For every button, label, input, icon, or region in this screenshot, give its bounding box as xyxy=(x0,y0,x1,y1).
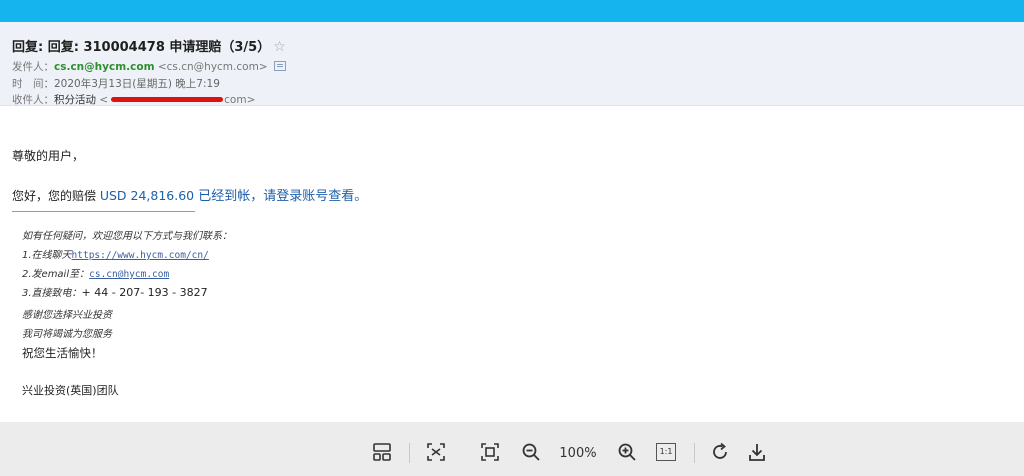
wish-line: 祝您生活愉快！ xyxy=(22,346,103,360)
actual-size-button[interactable]: 1:1 xyxy=(655,441,677,463)
contact-intro: 如有任何疑问，欢迎您用以下方式与我们联系： xyxy=(22,231,232,242)
from-label: 发件人： xyxy=(12,61,54,73)
notice-prefix: 您好，您的赔偿 xyxy=(12,189,100,203)
contact-line-chat: 1.在线聊天https://www.hycm.com/cn/ xyxy=(22,246,209,261)
signature-team: 兴业投资(英国)团队 xyxy=(22,384,119,397)
notice-suffix: 已经到帐，请登录账号查看。 xyxy=(194,189,368,204)
serve-line: 我司将竭诚为您服务 xyxy=(22,329,112,340)
zoom-out-icon[interactable] xyxy=(520,441,542,463)
window-top-bar xyxy=(0,0,1024,22)
recipient-name[interactable]: 积分活动 xyxy=(54,94,96,106)
email-subject: 回复: 回复: 310004478 申请理赔（3/5） ☆ xyxy=(12,36,286,55)
time-row: 时 间：2020年3月13日(星期五) 晚上7:19 xyxy=(12,76,220,91)
to-label: 收件人： xyxy=(12,94,54,106)
recipient-address-tail: com> xyxy=(224,94,256,106)
actual-size-label: 1:1 xyxy=(656,443,676,461)
toolbar-separator xyxy=(694,443,695,463)
download-icon[interactable] xyxy=(746,441,768,463)
thanks-line: 感谢您选择兴业投资 xyxy=(22,310,112,321)
phone-number: + 44 - 207- 193 - 3827 xyxy=(81,286,208,299)
divider xyxy=(12,211,195,212)
star-icon[interactable]: ☆ xyxy=(273,39,286,55)
redaction-mark xyxy=(111,96,224,102)
zoom-in-icon[interactable] xyxy=(616,441,638,463)
viewer-toolbar: 100% 1:1 xyxy=(0,422,1024,476)
contact-line-email: 2.发email至：cs.cn@hycm.com xyxy=(22,265,169,280)
zoom-level: 100% xyxy=(559,446,597,461)
toolbar-separator xyxy=(409,443,410,463)
email-header: 回复: 回复: 310004478 申请理赔（3/5） ☆ 发件人：cs.cn@h… xyxy=(0,22,1024,106)
email-body: 尊敬的用户， 您好，您的赔偿 USD 24,816.60 已经到帐，请登录账号查… xyxy=(0,107,1024,422)
subject-text: 回复: 回复: 310004478 申请理赔（3/5） xyxy=(12,40,271,55)
time-label: 时 间： xyxy=(12,78,54,90)
payout-notice: 您好，您的赔偿 USD 24,816.60 已经到帐，请登录账号查看。 xyxy=(12,185,367,204)
sender-address: <cs.cn@hycm.com> xyxy=(157,61,268,73)
fit-width-icon[interactable] xyxy=(425,441,447,463)
contact-line-phone: 3.直接致电：+ 44 - 207- 193 - 3827 xyxy=(22,284,208,299)
sender-name[interactable]: cs.cn@hycm.com xyxy=(54,61,155,73)
layout-icon[interactable] xyxy=(371,441,393,463)
rotate-icon[interactable] xyxy=(709,441,731,463)
greeting: 尊敬的用户， xyxy=(12,149,85,163)
notice-amount: USD 24,816.60 xyxy=(99,188,195,203)
chat-prefix: 1.在线聊天 xyxy=(22,250,72,261)
contact-card-icon[interactable] xyxy=(273,61,286,71)
time-value: 2020年3月13日(星期五) 晚上7:19 xyxy=(54,78,220,90)
phone-prefix: 3.直接致电： xyxy=(22,288,82,299)
fit-page-icon[interactable] xyxy=(479,441,501,463)
recipient-row: 收件人：积分活动 < com> xyxy=(12,92,255,107)
chat-link[interactable]: https://www.hycm.com/cn/ xyxy=(72,250,209,261)
email-link[interactable]: cs.cn@hycm.com xyxy=(89,269,169,280)
sender-row: 发件人：cs.cn@hycm.com <cs.cn@hycm.com> xyxy=(12,59,286,74)
email-prefix: 2.发email至： xyxy=(22,269,90,280)
recipient-address-open: < xyxy=(99,94,109,106)
